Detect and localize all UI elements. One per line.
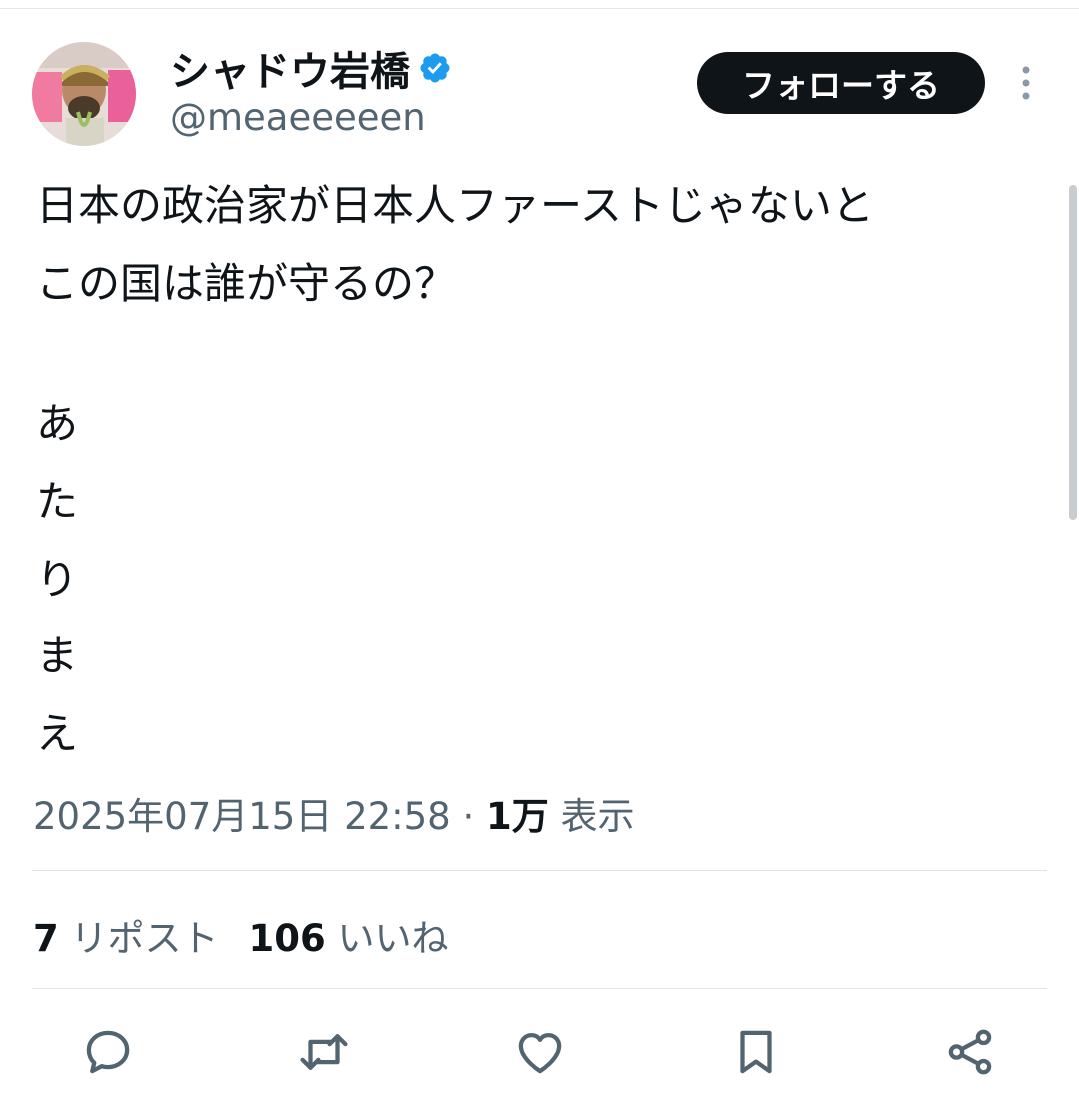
likes-label: いいね [337,917,449,960]
engagement-stats: 7 リポスト 106 いいね [33,908,449,962]
meta-separator: · [462,795,475,838]
repost-icon[interactable] [296,1024,352,1080]
views-count: 1万 [486,795,549,838]
tweet-text-line-8: え [36,709,79,758]
views-label: 表示 [560,795,635,838]
reposts-stat[interactable]: 7 リポスト [33,917,219,960]
tweet-text-line-7: ま [36,631,79,680]
user-handle[interactable]: @meaeeeeen [170,96,426,139]
tweet-text-line-6: り [36,555,79,604]
more-options-icon[interactable] [1008,62,1044,104]
follow-button[interactable]: フォローする [697,52,985,114]
likes-count: 106 [248,917,326,960]
divider [32,870,1047,871]
tweet-timestamp[interactable]: 2025年07月15日 22:58 [33,795,451,838]
reposts-label: リポスト [70,917,219,960]
bookmark-icon[interactable] [728,1024,784,1080]
reposts-count: 7 [33,917,59,960]
verified-badge-icon [418,51,452,85]
like-icon[interactable] [512,1024,568,1080]
likes-stat[interactable]: 106 いいね [249,917,449,960]
divider [32,988,1047,989]
top-divider [0,8,1079,9]
avatar[interactable] [32,42,136,146]
tweet-text-line-2: この国は誰が守るの？ [36,259,457,308]
tweet-text-line-4: あ [36,399,79,448]
reply-icon[interactable] [80,1024,136,1080]
tweet-meta: 2025年07月15日 22:58 · 1万 表示 [33,786,635,840]
tweet-text-line-1: 日本の政治家が日本人ファーストじゃないと [36,181,874,230]
tweet-text-line-5: た [36,477,79,526]
display-name[interactable]: シャドウ岩橋 [170,39,410,97]
share-icon[interactable] [942,1024,998,1080]
display-name-row: シャドウ岩橋 [170,39,452,97]
scrollbar[interactable] [1069,185,1077,520]
